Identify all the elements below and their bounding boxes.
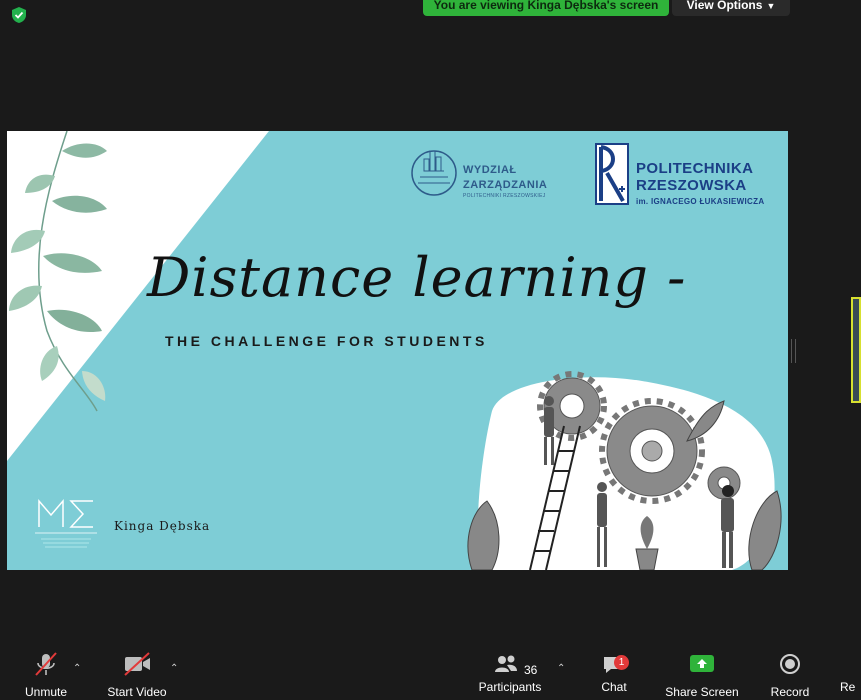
start-video-label: Start Video (107, 685, 167, 699)
leaves-decoration (9, 131, 107, 412)
faculty-name-line3: POLITECHNIKI RZESZOWSKIEJ (463, 193, 546, 199)
reactions-button[interactable]: Re (840, 648, 861, 694)
record-button[interactable]: Record (767, 648, 813, 699)
unmute-button[interactable]: Unmute (18, 648, 74, 699)
security-shield-icon[interactable] (11, 6, 27, 24)
banner-text: You are viewing Kinga Dębska's screen (433, 0, 659, 12)
record-label: Record (770, 685, 810, 699)
faculty-name-line2: ZARZĄDZANIA (463, 179, 548, 191)
chat-label: Chat (601, 680, 627, 694)
participants-icon (495, 655, 517, 672)
participant-video-thumbnail[interactable] (851, 297, 861, 403)
audio-options-caret[interactable]: ⌃ (73, 663, 81, 674)
university-name-line2: RZESZOWSKA (636, 177, 747, 194)
video-muted-icon (124, 652, 150, 676)
participants-options-caret[interactable]: ⌃ (557, 663, 565, 674)
video-options-caret[interactable]: ⌃ (170, 663, 178, 674)
me-logo (35, 498, 97, 548)
faculty-name-line1: WYDZIAŁ (463, 164, 517, 176)
unmute-label: Unmute (24, 685, 68, 699)
view-options-button[interactable]: View Options ▼ (672, 0, 790, 16)
microphone-muted-icon (35, 652, 57, 676)
view-options-label: View Options (686, 0, 763, 12)
gears-illustration (467, 371, 782, 570)
reactions-label: Re (840, 680, 856, 694)
share-screen-icon (690, 655, 714, 672)
slide-title: Distance learning - (147, 246, 687, 309)
university-name-line3: im. IGNACEGO ŁUKASIEWICZA (636, 197, 765, 206)
university-logo-mark (595, 143, 629, 205)
participants-label: Participants (478, 680, 542, 694)
resize-handle[interactable] (791, 339, 796, 363)
share-screen-button[interactable]: Share Screen (664, 648, 740, 699)
share-screen-label: Share Screen (665, 685, 739, 699)
participants-count: 36 (524, 663, 538, 677)
shared-slide: WYDZIAŁ ZARZĄDZANIA POLITECHNIKI RZESZOW… (7, 131, 788, 570)
start-video-button[interactable]: Start Video (104, 648, 170, 699)
university-name-line1: POLITECHNIKA (636, 160, 754, 177)
presenter-name: Kinga Dębska (114, 519, 211, 533)
screen-share-banner: You are viewing Kinga Dębska's screen (423, 0, 669, 16)
meeting-toolbar: Unmute ⌃ Start Video ⌃ 36 Participants ⌃ (0, 648, 861, 700)
participants-button[interactable]: 36 Participants (476, 648, 544, 694)
chat-button[interactable]: 1 Chat (597, 648, 631, 694)
record-icon (780, 654, 800, 674)
chat-badge: 1 (614, 655, 629, 670)
chevron-down-icon: ▼ (766, 1, 776, 11)
slide-subtitle: THE CHALLENGE FOR STUDENTS (165, 333, 488, 349)
